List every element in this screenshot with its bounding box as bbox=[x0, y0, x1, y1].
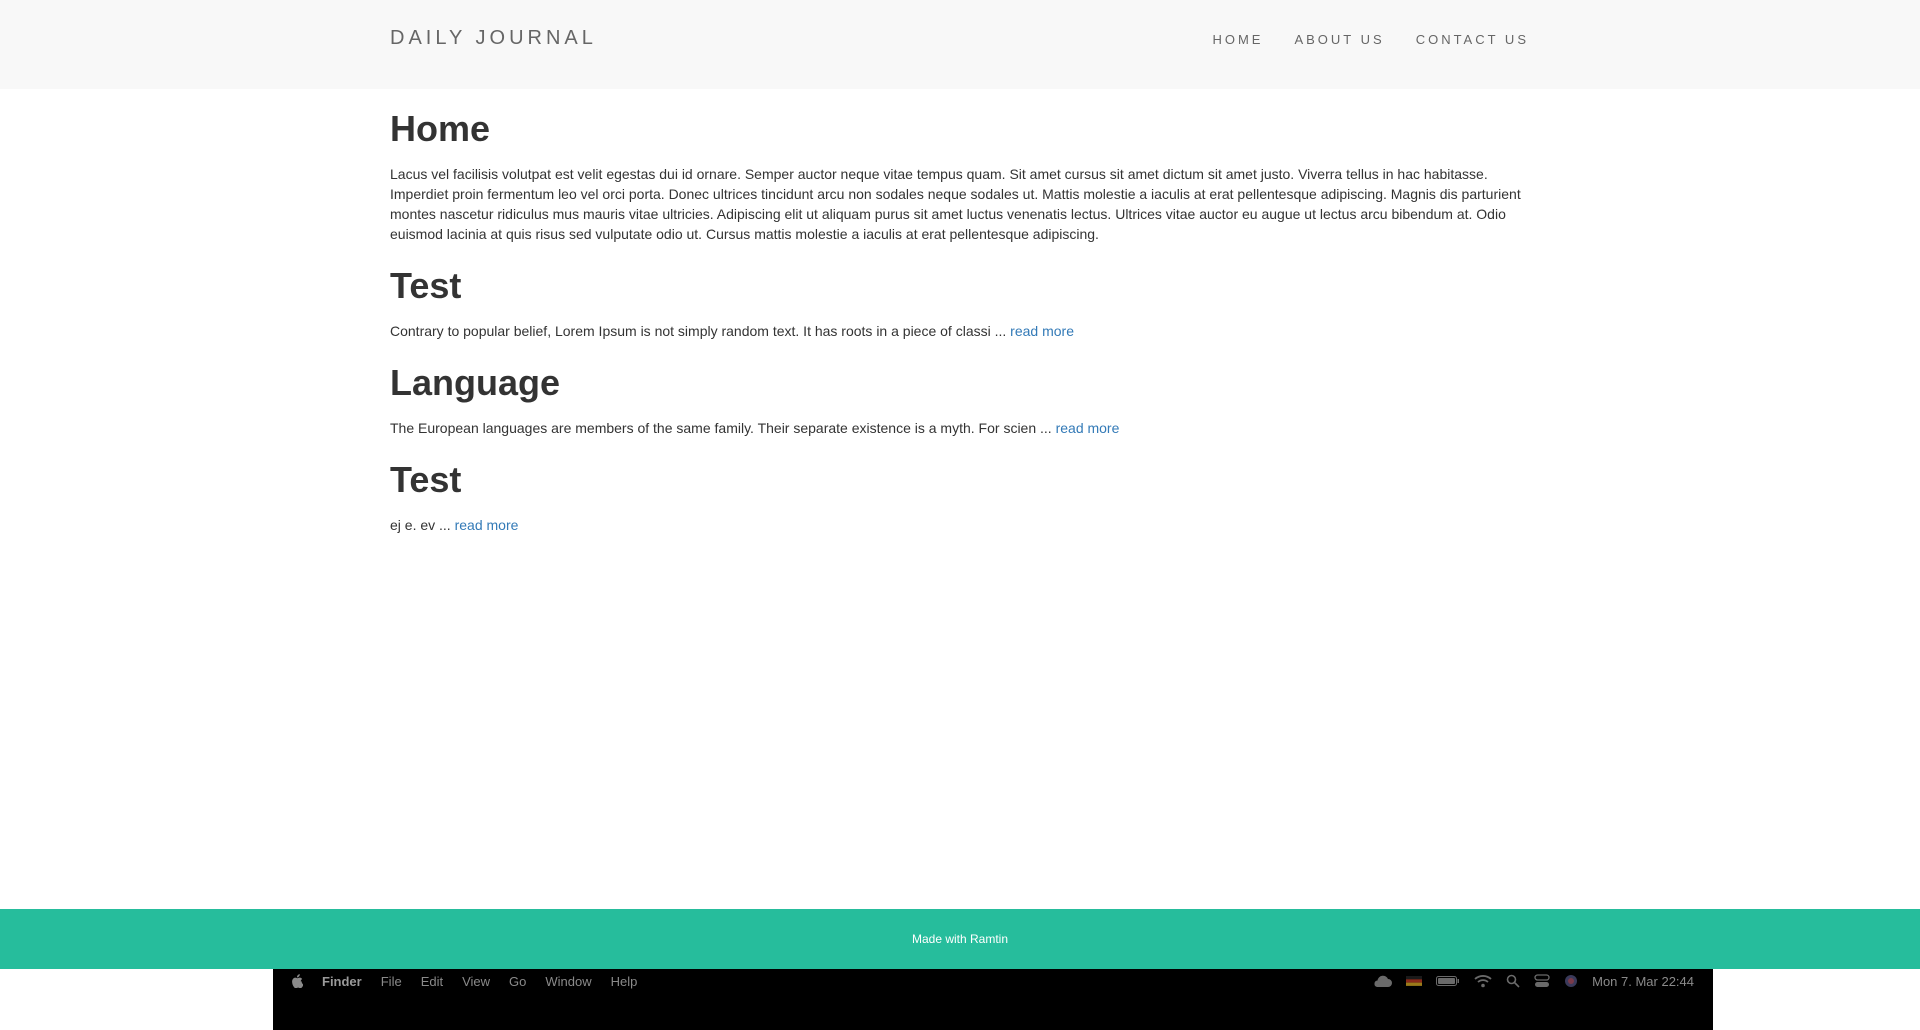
wifi-icon[interactable] bbox=[1474, 974, 1492, 988]
read-more-link[interactable]: read more bbox=[1056, 420, 1120, 436]
read-more-link[interactable]: read more bbox=[1010, 323, 1074, 339]
menu-window[interactable]: Window bbox=[545, 974, 591, 989]
control-center-icon[interactable] bbox=[1534, 974, 1550, 988]
nav-link-home[interactable]: HOME bbox=[1212, 32, 1263, 47]
menu-bar-left: Finder File Edit View Go Window Help bbox=[291, 972, 637, 990]
flag-icon[interactable] bbox=[1406, 975, 1423, 987]
home-body-text: Lacus vel facilisis volutpat est velit e… bbox=[390, 166, 1521, 242]
menu-file[interactable]: File bbox=[381, 974, 402, 989]
menu-help[interactable]: Help bbox=[611, 974, 638, 989]
page-title: Home bbox=[390, 108, 491, 149]
nav-link-contact-us[interactable]: CONTACT US bbox=[1416, 32, 1529, 47]
post-title: Language bbox=[390, 362, 561, 403]
post-excerpt: Contrary to popular belief, Lorem Ipsum … bbox=[390, 321, 1530, 341]
read-more-link[interactable]: read more bbox=[455, 517, 519, 533]
macos-menu-bar: Finder File Edit View Go Window Help Mon… bbox=[273, 969, 1713, 1030]
menu-edit[interactable]: Edit bbox=[421, 974, 443, 989]
cloud-icon[interactable] bbox=[1372, 975, 1393, 987]
post-excerpt-text: The European languages are members of th… bbox=[390, 420, 1052, 436]
post-excerpt: The European languages are members of th… bbox=[390, 418, 1530, 438]
post-excerpt-text: ej e. ev ... bbox=[390, 517, 451, 533]
battery-icon[interactable] bbox=[1436, 975, 1460, 987]
nav-link-about-us[interactable]: ABOUT US bbox=[1294, 32, 1384, 47]
menu-bar-right: Mon 7. Mar 22:44 bbox=[1372, 972, 1694, 990]
post-excerpt-text: Contrary to popular belief, Lorem Ipsum … bbox=[390, 323, 1007, 339]
post-title: Test bbox=[390, 459, 462, 500]
menu-view[interactable]: View bbox=[462, 974, 490, 989]
post-title: Test bbox=[390, 265, 462, 306]
siri-icon[interactable] bbox=[1564, 974, 1578, 988]
apple-icon[interactable] bbox=[291, 974, 303, 988]
footer-text: Made with Ramtin bbox=[911, 932, 1009, 946]
menu-app-finder[interactable]: Finder bbox=[322, 974, 362, 989]
main-content: Home Lacus vel facilisis volutpat est ve… bbox=[390, 108, 1530, 556]
footer: Made with Ramtin bbox=[0, 909, 1920, 969]
menu-bar-clock[interactable]: Mon 7. Mar 22:44 bbox=[1592, 974, 1694, 989]
navbar: DAILY JOURNAL HOME ABOUT US CONTACT US bbox=[0, 0, 1920, 89]
post-excerpt: ej e. ev ... read more bbox=[390, 515, 1530, 535]
spotlight-icon[interactable] bbox=[1506, 974, 1520, 988]
nav-links: HOME ABOUT US CONTACT US bbox=[1212, 32, 1529, 47]
brand-logo[interactable]: DAILY JOURNAL bbox=[390, 27, 597, 50]
menu-go[interactable]: Go bbox=[509, 974, 526, 989]
